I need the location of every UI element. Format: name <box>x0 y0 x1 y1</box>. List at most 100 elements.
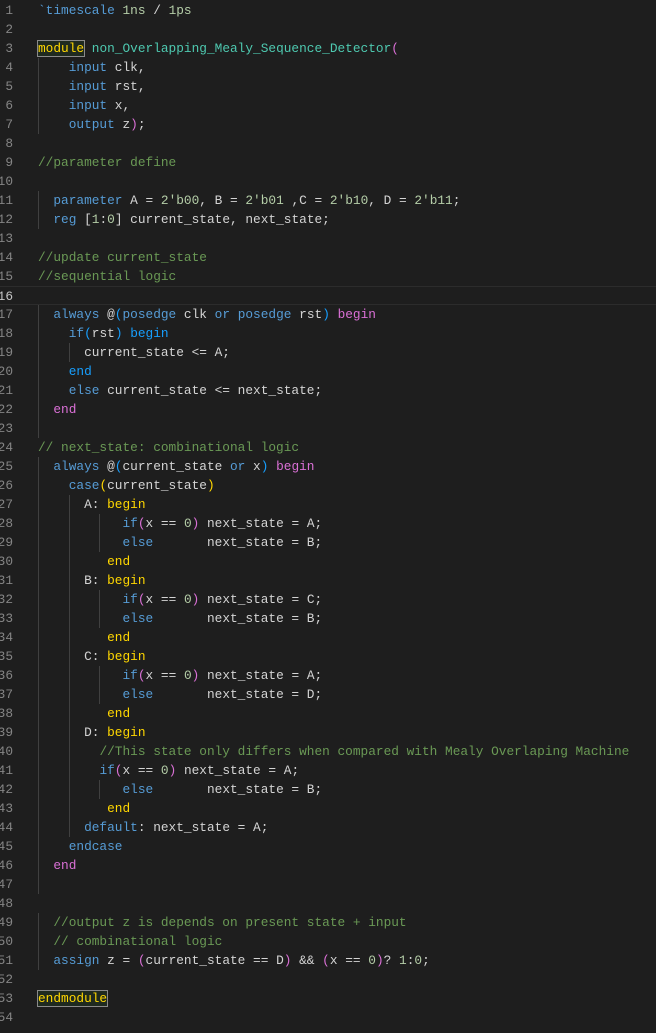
text-token: ] current_state, next_state; <box>114 211 330 227</box>
code-line[interactable]: 6 input x, <box>0 95 656 115</box>
code-line[interactable]: 19 current_state <= A; <box>0 342 656 362</box>
code-line[interactable]: 8 <box>0 134 656 153</box>
code-line[interactable]: 4 input clk, <box>0 57 656 77</box>
module-name-token: non_Overlapping_Mealy_Sequence_Detector <box>91 40 392 56</box>
code-line[interactable]: 51 assign z = (current_state == D) && (x… <box>0 950 656 970</box>
text-token: next_state = A; <box>199 667 323 683</box>
code-line[interactable]: 3 module non_Overlapping_Mealy_Sequence_D… <box>0 39 656 58</box>
code-line[interactable]: 45 endcase <box>0 836 656 856</box>
code-line[interactable]: 15 //sequential logic <box>0 267 656 286</box>
code-text: if(x == 0) next_state = A; <box>38 514 322 533</box>
bracket-token: end <box>107 800 131 816</box>
code-line[interactable]: 25 always @(current_state or x) begin <box>0 456 656 476</box>
code-line[interactable]: 22 end <box>0 399 656 419</box>
line-number: 23 <box>0 420 13 436</box>
keyword-token: if <box>68 325 85 341</box>
code-line[interactable]: 17 always @(posedge clk or posedge rst) … <box>0 304 656 324</box>
code-line[interactable]: 12 reg [1:0] current_state, next_state; <box>0 209 656 229</box>
code-line[interactable]: 48 <box>0 894 656 913</box>
code-line[interactable]: 34 end <box>0 627 656 647</box>
code-line[interactable]: 2 <box>0 20 656 39</box>
line-number: 14 <box>0 249 13 265</box>
code-line[interactable]: 31 B: begin <box>0 570 656 590</box>
number-token: 2'b00 <box>160 192 200 208</box>
line-number: 5 <box>5 78 13 94</box>
code-line[interactable]: 16 <box>0 285 656 305</box>
bracket-token: ( <box>322 952 330 968</box>
code-line[interactable]: 18 if(rst) begin <box>0 323 656 343</box>
code-line[interactable]: 28 if(x == 0) next_state = A; <box>0 513 656 533</box>
code-text: //parameter define <box>38 153 176 172</box>
line-number: 33 <box>0 610 13 626</box>
comment-token: //update current_state <box>38 249 207 265</box>
line-number: 18 <box>0 325 13 341</box>
line-number: 3 <box>5 40 13 56</box>
line-number: 42 <box>0 781 13 797</box>
text-token: , B = <box>199 192 246 208</box>
code-line[interactable]: 38 end <box>0 703 656 723</box>
text-token: : next_state = A; <box>137 819 269 835</box>
code-line[interactable]: 9 //parameter define <box>0 153 656 172</box>
code-line[interactable]: 7 output z); <box>0 114 656 134</box>
code-line[interactable]: 53 endmodule <box>0 989 656 1008</box>
line-number: 4 <box>5 59 13 75</box>
line-number: 39 <box>0 724 13 740</box>
code-line[interactable]: 1 `timescale 1ns / 1ps <box>0 1 656 20</box>
code-line[interactable]: 5 input rst, <box>0 76 656 96</box>
code-line[interactable]: 26 case(current_state) <box>0 475 656 495</box>
code-line[interactable]: 43 end <box>0 798 656 818</box>
code-line[interactable]: 46 end <box>0 855 656 875</box>
code-line[interactable]: 49 //output z is depends on present stat… <box>0 912 656 932</box>
text-token: clk <box>176 306 215 322</box>
code-line[interactable]: 41 if(x == 0) next_state = A; <box>0 760 656 780</box>
code-line[interactable]: 32 if(x == 0) next_state = C; <box>0 589 656 609</box>
code-line[interactable]: 47 <box>0 874 656 894</box>
code-line[interactable]: 20 end <box>0 361 656 381</box>
line-number: 44 <box>0 819 13 835</box>
text-token: next_state = C; <box>199 591 323 607</box>
code-line[interactable]: 40 //This state only differs when compar… <box>0 741 656 761</box>
code-line[interactable]: 23 <box>0 418 656 438</box>
bracket-token: end <box>53 857 77 873</box>
code-editor[interactable]: 1 `timescale 1ns / 1ps 2 3 module non_Overla… <box>0 0 656 1033</box>
code-line[interactable]: 27 A: begin <box>0 494 656 514</box>
code-line[interactable]: 29 else next_state = B; <box>0 532 656 552</box>
code-line[interactable]: 50 // combinational logic <box>0 931 656 951</box>
number-token: 0 <box>183 667 192 683</box>
indent-guide <box>38 874 39 894</box>
line-number: 19 <box>0 344 13 360</box>
code-line[interactable]: 21 else current_state <= next_state; <box>0 380 656 400</box>
line-number: 48 <box>0 895 13 911</box>
code-line[interactable]: 54 <box>0 1008 656 1027</box>
code-line[interactable]: 13 <box>0 229 656 248</box>
bracket-token: begin <box>107 572 146 588</box>
code-line[interactable]: 33 else next_state = B; <box>0 608 656 628</box>
code-line[interactable]: 14 //update current_state <box>0 248 656 267</box>
code-line[interactable]: 42 else next_state = B; <box>0 779 656 799</box>
code-line[interactable]: 39 D: begin <box>0 722 656 742</box>
code-text: else next_state = B; <box>38 533 322 552</box>
text-token: && <box>291 952 323 968</box>
code-line[interactable]: 37 else next_state = D; <box>0 684 656 704</box>
code-line[interactable]: 35 C: begin <box>0 646 656 666</box>
number-token: 2'b11 <box>414 192 453 208</box>
code-line[interactable]: 44 default: next_state = A; <box>0 817 656 837</box>
code-text: input rst, <box>38 77 146 96</box>
line-number: 22 <box>0 401 13 417</box>
code-line[interactable]: 11 parameter A = 2'b00, B = 2'b01 ,C = 2… <box>0 190 656 210</box>
code-line[interactable]: 24 // next_state: combinational logic <box>0 438 656 457</box>
code-text: else next_state = B; <box>38 780 322 799</box>
line-number: 9 <box>5 154 13 170</box>
code-line[interactable]: 10 <box>0 172 656 191</box>
code-line[interactable]: 36 if(x == 0) next_state = A; <box>0 665 656 685</box>
comment-token: //This state only differs when compared … <box>99 743 630 759</box>
keyword-token: else <box>122 686 154 702</box>
code-line[interactable]: 52 <box>0 970 656 989</box>
code-line[interactable]: 30 end <box>0 551 656 571</box>
text-token: A: <box>38 496 108 512</box>
